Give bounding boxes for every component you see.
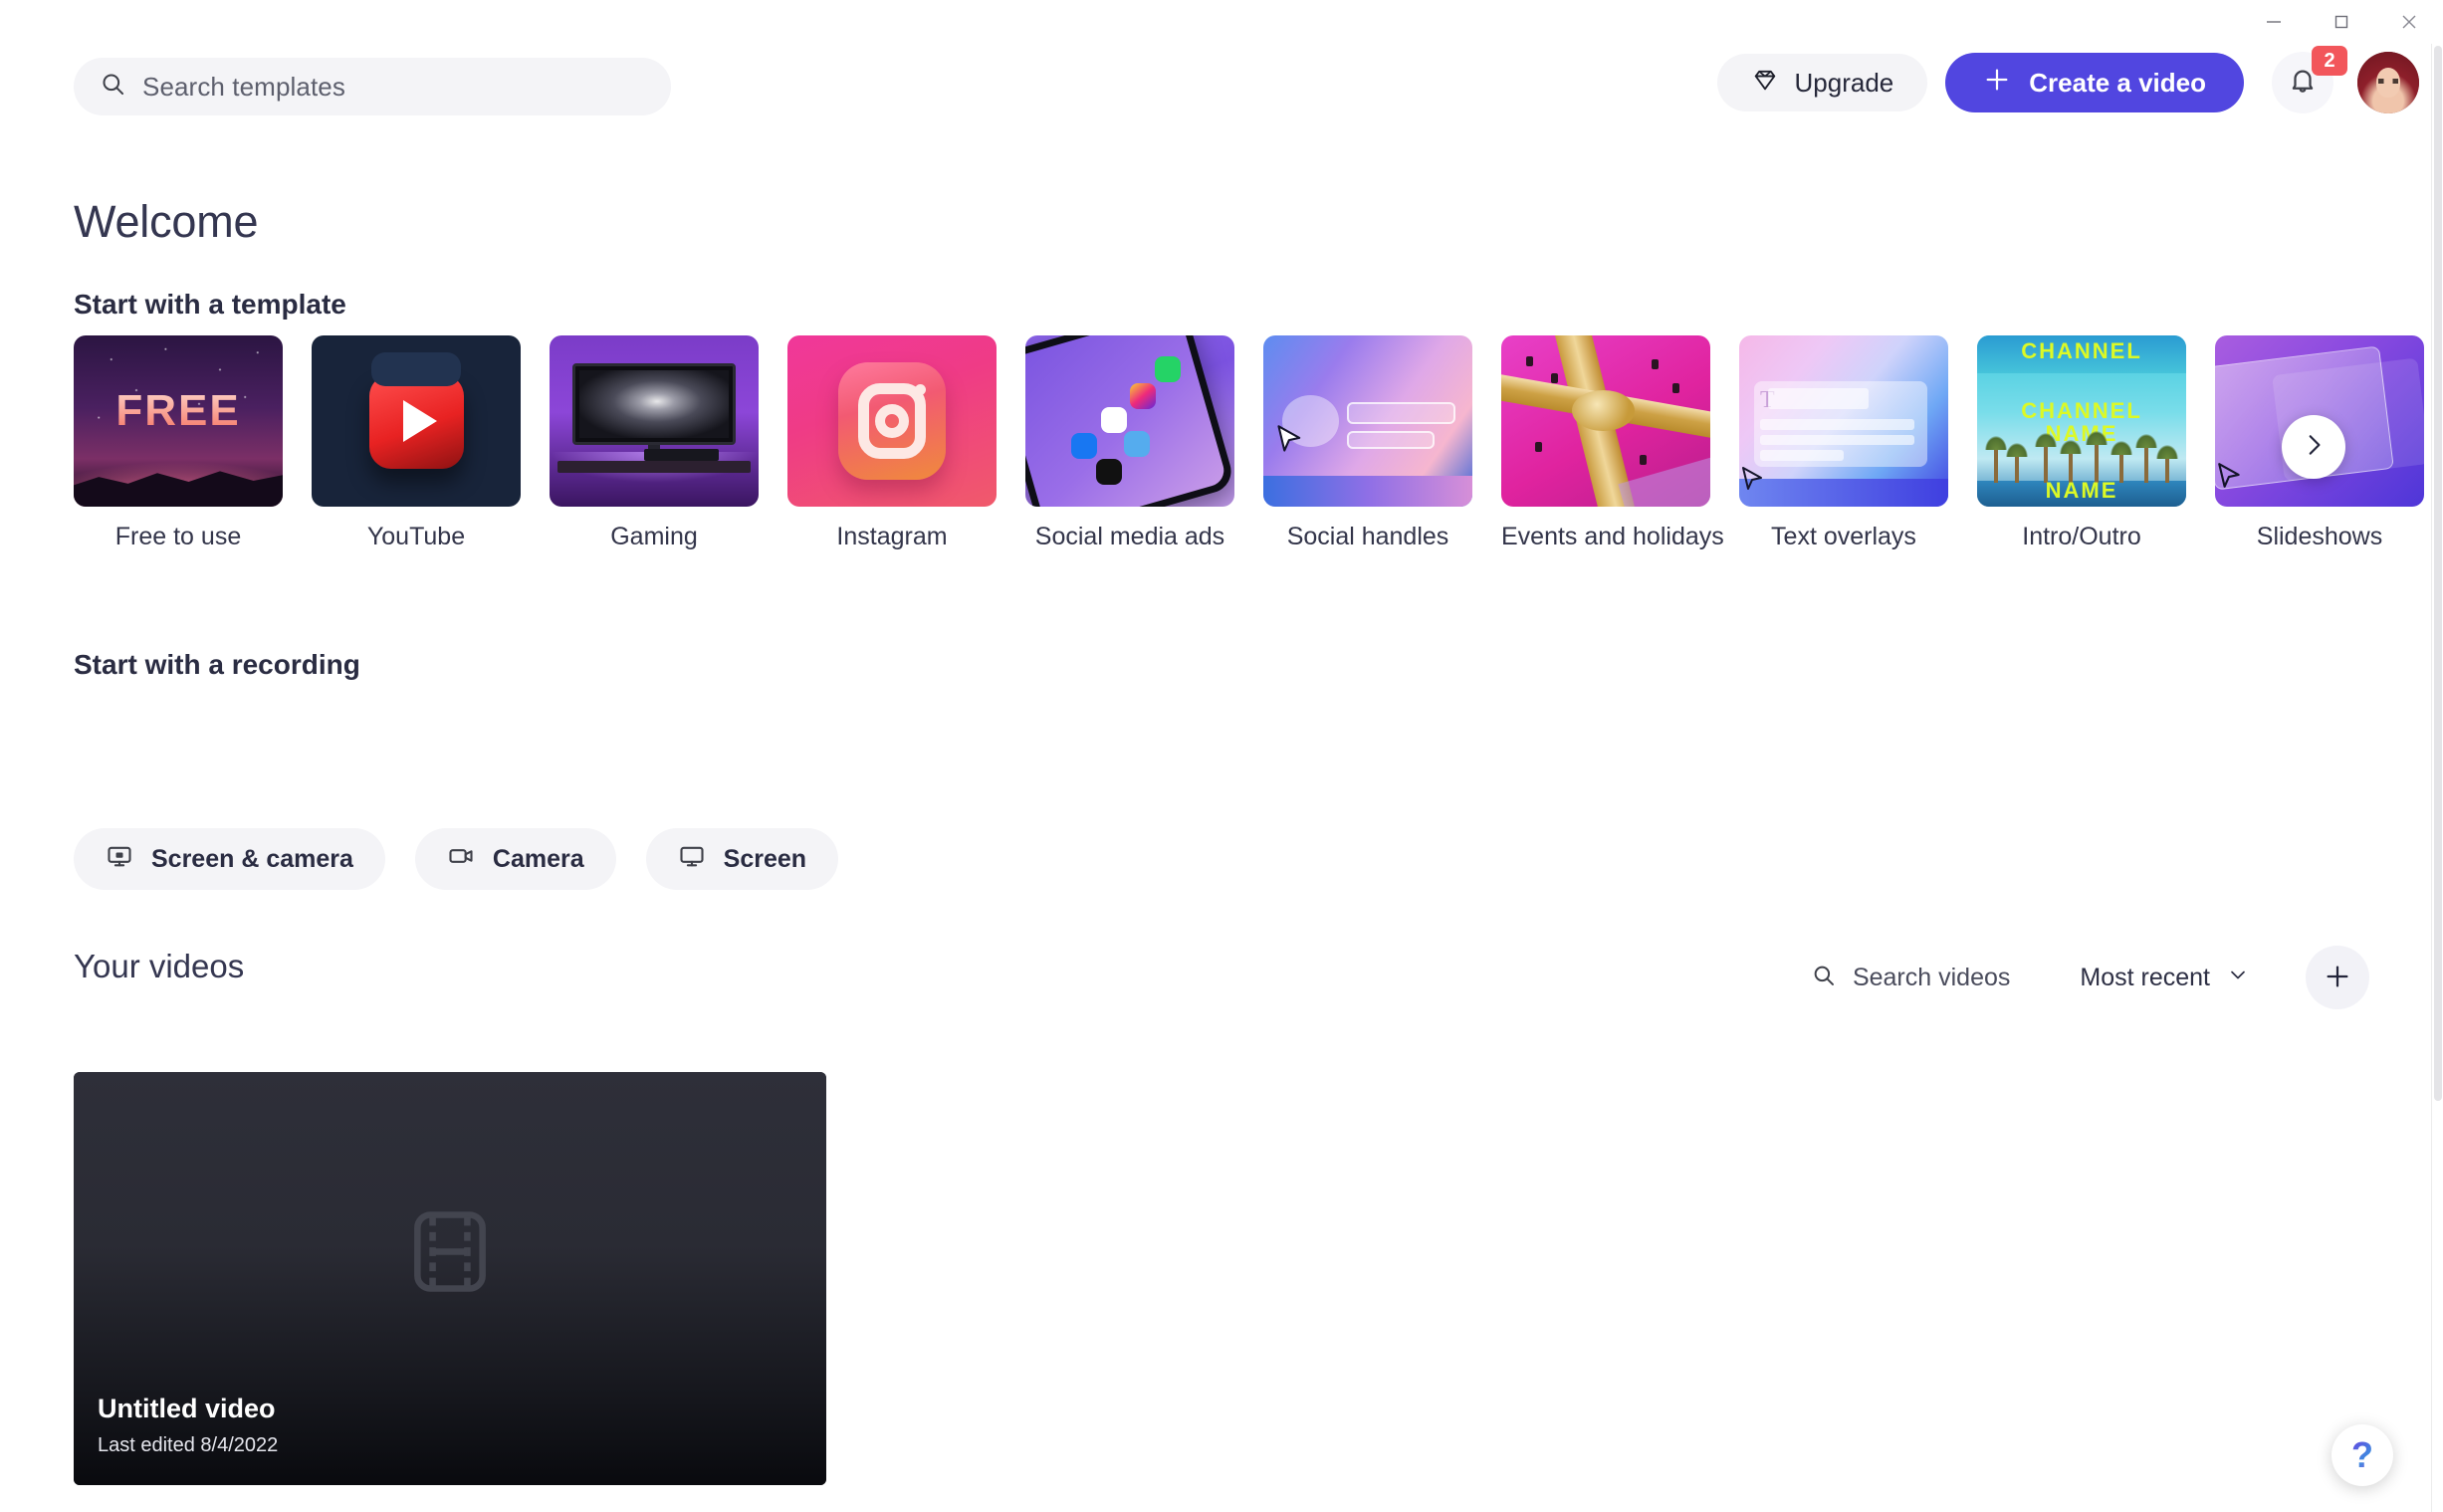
monitor-icon <box>678 842 706 877</box>
template-card-social-media-ads[interactable]: Social media ads <box>1025 335 1234 564</box>
instagram-logo-art <box>838 362 946 480</box>
plus-icon <box>1983 66 2011 101</box>
template-thumbnail <box>550 335 759 507</box>
question-mark-icon: ? <box>2351 1434 2373 1475</box>
minimize-icon[interactable] <box>2240 0 2308 44</box>
template-label: Gaming <box>610 523 698 550</box>
page-content: Welcome Start with a template FREE Free … <box>0 121 2431 1512</box>
template-label: Social media ads <box>1034 523 1225 550</box>
template-thumbnail <box>1501 335 1710 507</box>
chevron-down-icon <box>2226 963 2250 993</box>
template-thumbnail <box>1263 335 1472 507</box>
template-card-intro-outro[interactable]: CHANNEL CHANNEL NAME NAME Intro/Outro <box>1977 335 2186 564</box>
page-title: Welcome <box>74 196 259 247</box>
search-icon <box>1811 963 1837 993</box>
chevron-right-icon <box>2301 432 2327 463</box>
template-art-text-bottom: NAME <box>2045 477 2118 503</box>
video-card-meta: Untitled video Last edited 8/4/2022 <box>98 1394 278 1457</box>
template-card-free-to-use[interactable]: FREE Free to use <box>74 335 283 564</box>
template-label: Instagram <box>836 523 948 550</box>
youtube-play-art <box>368 351 464 469</box>
record-button-label: Camera <box>492 844 584 873</box>
template-label: Social handles <box>1286 523 1449 550</box>
notification-badge: 2 <box>2312 46 2347 76</box>
close-icon[interactable] <box>2375 0 2443 44</box>
record-button-label: Screen <box>723 844 807 873</box>
template-label: Free to use <box>114 523 242 550</box>
search-videos-input[interactable]: Search videos <box>1811 963 2010 993</box>
scrollbar-thumb[interactable] <box>2434 46 2442 1101</box>
cursor-arrow-icon <box>2218 463 2240 489</box>
template-label: Slideshows <box>2256 523 2383 550</box>
template-label: YouTube <box>366 523 466 550</box>
template-thumbnail <box>1025 335 1234 507</box>
record-camera-button[interactable]: Camera <box>414 828 616 890</box>
help-button[interactable]: ? <box>2332 1424 2393 1486</box>
videos-toolbar: Search videos Most recent <box>1811 946 2369 1009</box>
video-subtitle: Last edited 8/4/2022 <box>98 1434 279 1456</box>
sort-dropdown[interactable]: Most recent <box>2080 963 2250 993</box>
create-video-button[interactable]: Create a video <box>1945 53 2244 112</box>
recording-section-title: Start with a recording <box>74 649 360 680</box>
maximize-icon[interactable] <box>2308 0 2375 44</box>
upgrade-button[interactable]: Upgrade <box>1716 54 1928 111</box>
search-icon <box>100 71 126 103</box>
record-button-label: Screen & camera <box>151 844 353 873</box>
window-titlebar <box>0 0 2443 44</box>
upgrade-label: Upgrade <box>1794 67 1894 98</box>
templates-next-button[interactable] <box>2282 415 2345 479</box>
template-card-text-overlays[interactable]: T Text overlays <box>1739 335 1948 564</box>
search-templates-placeholder: Search templates <box>142 71 345 102</box>
film-strip-icon <box>413 1209 487 1298</box>
sort-selected-value: Most recent <box>2080 963 2210 991</box>
cursor-arrow-icon <box>1742 466 1763 490</box>
diamond-icon <box>1751 66 1779 101</box>
video-title: Untitled video <box>98 1394 276 1423</box>
add-video-button[interactable] <box>2306 946 2369 1009</box>
template-thumbnail: T <box>1739 335 1948 507</box>
template-label: Events and holidays <box>1501 523 1724 550</box>
template-thumbnail: FREE <box>74 335 283 507</box>
search-templates-input[interactable]: Search templates <box>74 58 671 115</box>
videos-section-title: Your videos <box>74 948 245 984</box>
template-art-text-top: CHANNEL <box>2021 338 2142 364</box>
template-art-text: FREE <box>74 386 283 436</box>
video-card[interactable]: Untitled video Last edited 8/4/2022 <box>74 1072 826 1485</box>
templates-section-title: Start with a template <box>74 289 346 320</box>
cursor-arrow-icon <box>1277 425 1300 453</box>
record-screen-button[interactable]: Screen <box>645 828 839 890</box>
camera-icon <box>447 842 475 877</box>
record-screen-and-camera-button[interactable]: Screen & camera <box>74 828 385 890</box>
template-card-instagram[interactable]: Instagram <box>787 335 997 564</box>
template-card-gaming[interactable]: Gaming <box>550 335 759 564</box>
header-actions: Upgrade Create a video 2 <box>1716 44 2419 121</box>
avatar[interactable] <box>2357 52 2419 113</box>
template-card-social-handles[interactable]: Social handles <box>1263 335 1472 564</box>
page-scrollbar[interactable] <box>2431 44 2443 1512</box>
create-video-label: Create a video <box>2029 67 2206 98</box>
template-thumbnail <box>787 335 997 507</box>
plus-icon <box>2323 962 2352 994</box>
screen-camera-icon <box>106 842 133 877</box>
avatar-eyes <box>2378 79 2398 85</box>
template-label: Text overlays <box>1771 523 1916 550</box>
template-card-youtube[interactable]: YouTube <box>312 335 521 564</box>
template-label: Intro/Outro <box>2022 523 2141 550</box>
template-carousel[interactable]: FREE Free to use YouTube Gaming Instagra… <box>74 335 2431 564</box>
notifications-button[interactable]: 2 <box>2272 46 2347 113</box>
template-card-events-and-holidays[interactable]: Events and holidays <box>1501 335 1724 564</box>
app-header: Search templates Upgrade Create a video <box>0 44 2431 121</box>
template-thumbnail <box>312 335 521 507</box>
template-thumbnail: CHANNEL CHANNEL NAME NAME <box>1977 335 2186 507</box>
recording-buttons: Screen & camera Camera Screen <box>74 828 839 890</box>
search-videos-placeholder: Search videos <box>1852 963 2011 991</box>
template-art-text-mid: CHANNEL NAME <box>2021 397 2142 446</box>
